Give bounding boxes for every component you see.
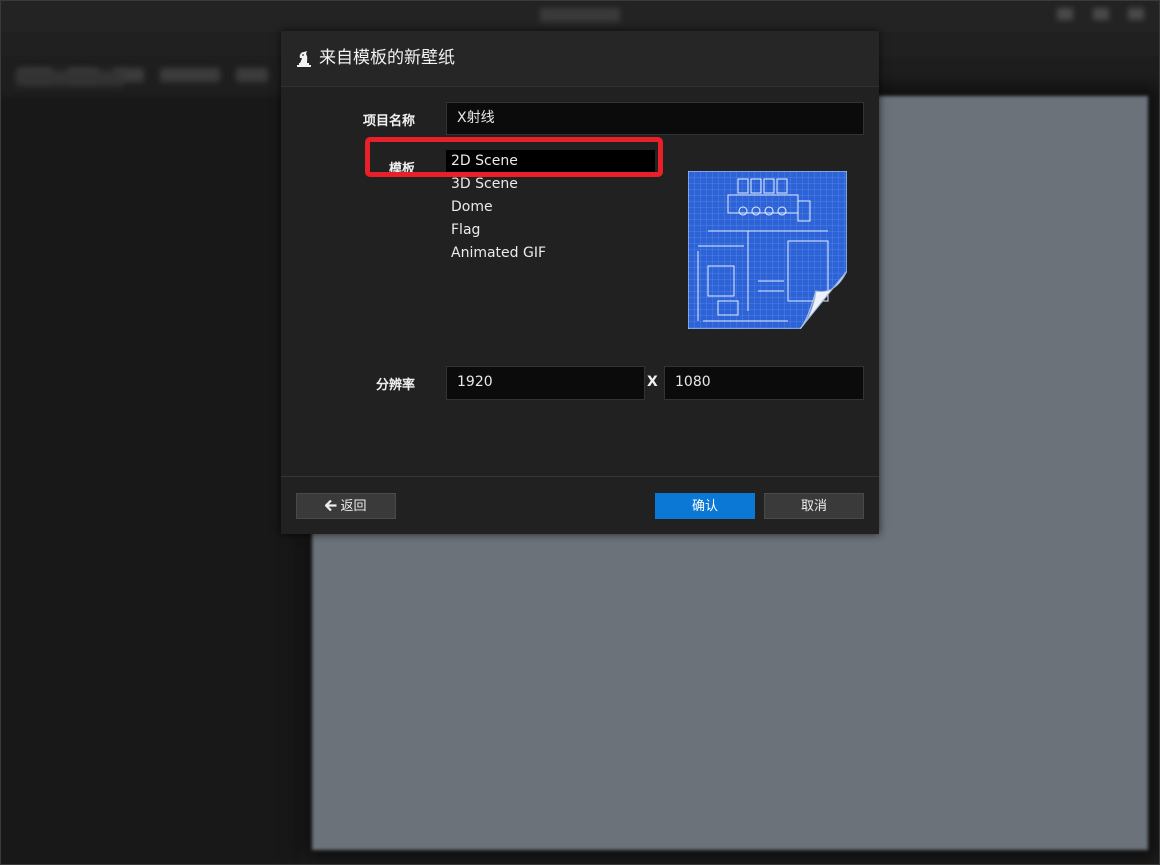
background-menu-item <box>160 68 220 82</box>
resolution-separator: X <box>647 374 658 390</box>
template-item-flag[interactable]: Flag <box>446 219 658 242</box>
dialog-title: 来自模板的新壁纸 <box>319 48 455 68</box>
resolution-width-input[interactable]: 1920 <box>446 366 645 400</box>
dialog-footer: 返回 确认 取消 <box>281 476 879 535</box>
confirm-button[interactable]: 确认 <box>655 493 755 519</box>
cancel-button[interactable]: 取消 <box>764 493 864 519</box>
background-titlebar <box>0 0 1160 32</box>
background-menu-item <box>236 68 268 82</box>
resolution-height-input[interactable]: 1080 <box>664 366 864 400</box>
project-name-label: 项目名称 <box>362 114 415 129</box>
back-button-label: 返回 <box>340 499 367 514</box>
template-item-animated-gif[interactable]: Animated GIF <box>446 242 658 265</box>
background-minimize-icon <box>1057 8 1073 20</box>
arrow-left-icon <box>324 499 337 512</box>
background-close-icon <box>1128 8 1144 20</box>
resolution-label: 分辨率 <box>375 378 415 393</box>
background-maximize-icon <box>1093 8 1109 20</box>
highlight-annotation <box>365 137 663 177</box>
back-button[interactable]: 返回 <box>296 493 396 519</box>
background-toolbar-item <box>16 70 124 86</box>
chess-knight-icon <box>297 51 311 67</box>
background-left-panel <box>0 96 300 865</box>
background-window-title <box>540 8 620 22</box>
project-name-input[interactable]: X射线 <box>446 102 864 135</box>
new-wallpaper-dialog: 来自模板的新壁纸 项目名称 X射线 模板 2D Scene 3D Scene D… <box>281 31 879 534</box>
template-preview-image <box>688 171 847 329</box>
dialog-header: 来自模板的新壁纸 <box>281 31 879 87</box>
template-item-dome[interactable]: Dome <box>446 196 658 219</box>
